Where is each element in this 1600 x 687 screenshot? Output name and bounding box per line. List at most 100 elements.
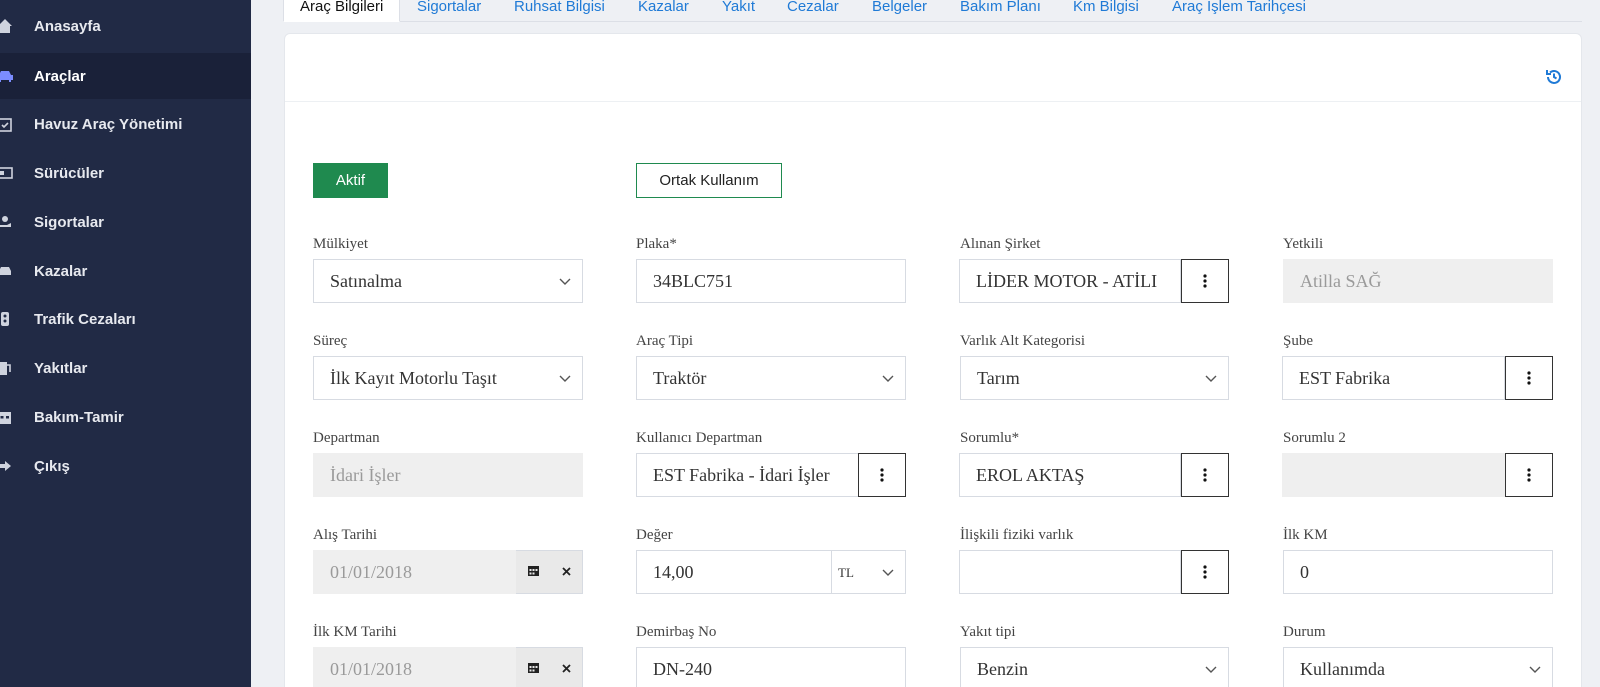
sidebar-item-label: Araçlar (34, 67, 86, 85)
more-vertical-icon (1527, 371, 1531, 385)
ilk-km-tarihi-value: 01/01/2018 (330, 658, 413, 679)
calendar-icon (0, 408, 14, 426)
ilk-km-tarihi-input[interactable]: 01/01/2018 (313, 647, 516, 687)
sorumlu-more-button[interactable] (1181, 453, 1229, 497)
durum-select[interactable]: Kullanımda (1283, 647, 1553, 687)
sidebar-item-label: Trafik Cezaları (34, 310, 136, 328)
sidebar-item-label: Sürücüler (34, 164, 105, 182)
alinan-sirket-value: LİDER MOTOR - ATİLI (976, 270, 1158, 291)
yetkili-label: Yetkili (1283, 236, 1324, 252)
sorumlu2-more-button[interactable] (1505, 453, 1553, 497)
plaka-value: 34BLC751 (653, 270, 734, 291)
yakit-tipi-select[interactable]: Benzin (960, 647, 1229, 687)
sidebar-item-sigortalar[interactable]: Sigortalar (0, 199, 251, 245)
chevron-down-icon (882, 569, 894, 576)
plaka-input[interactable]: 34BLC751 (636, 259, 906, 303)
surec-label: Süreç (313, 333, 348, 349)
arac-tipi-select[interactable]: Traktör (636, 356, 906, 400)
sidebar-item-label: Yakıtlar (34, 359, 88, 377)
alis-tarihi-value: 01/01/2018 (330, 561, 413, 582)
sidebar-item-anasayfa[interactable]: Anasayfa (0, 3, 251, 49)
alis-tarihi-input[interactable]: 01/01/2018 (313, 550, 516, 594)
more-vertical-icon (1527, 468, 1531, 482)
tab-arac-bilgileri[interactable]: Araç Bilgileri (283, 0, 401, 22)
traffic-light-icon (0, 310, 14, 328)
alinan-sirket-input[interactable]: LİDER MOTOR - ATİLI (959, 259, 1181, 303)
surec-select[interactable]: İlk Kayıt Motorlu Taşıt (313, 356, 583, 400)
yakit-tipi-label: Yakıt tipi (960, 624, 1016, 640)
mulkiyet-select[interactable]: Satınalma (313, 259, 583, 303)
calendar-icon[interactable] (527, 564, 540, 580)
sidebar-item-bakim-tamir[interactable]: Bakım-Tamir (0, 394, 251, 440)
tab-yakit[interactable]: Yakıt (722, 0, 755, 22)
sidebar-item-kazalar[interactable]: Kazalar (0, 248, 251, 294)
sidebar-item-cikis[interactable]: Çıkış (0, 443, 251, 489)
sign-out-icon (0, 457, 14, 475)
arac-tipi-label: Araç Tipi (636, 333, 694, 349)
calendar-icon[interactable] (527, 661, 540, 677)
varlik-alt-kategorisi-select[interactable]: Tarım (960, 356, 1229, 400)
card-header (285, 34, 1581, 102)
alinan-sirket-label: Alınan Şirket (960, 236, 1041, 252)
clear-icon[interactable] (561, 661, 572, 677)
sidebar-item-label: Çıkış (34, 457, 70, 475)
tab-ruhsat-bilgisi[interactable]: Ruhsat Bilgisi (514, 0, 605, 22)
kullanici-departman-more-button[interactable] (858, 453, 906, 497)
currency-value: TL (838, 565, 854, 580)
durum-value: Kullanımda (1300, 658, 1385, 679)
car-icon (0, 67, 14, 85)
tab-cezalar[interactable]: Cezalar (787, 0, 839, 22)
departman-label: Departman (313, 430, 380, 446)
ilk-km-label: İlk KM (1283, 527, 1328, 543)
iliskili-fiziki-varlik-input[interactable] (959, 550, 1181, 594)
kullanici-departman-input[interactable]: EST Fabrika - İdari İşler (636, 453, 859, 497)
sorumlu-value: EROL AKTAŞ (976, 464, 1085, 485)
sidebar-item-label: Bakım-Tamir (34, 408, 124, 426)
tab-belgeler[interactable]: Belgeler (872, 0, 927, 22)
more-vertical-icon (1203, 468, 1207, 482)
more-vertical-icon (1203, 565, 1207, 579)
ilk-km-input[interactable]: 0 (1283, 550, 1553, 594)
yakit-tipi-value: Benzin (977, 658, 1028, 679)
home-icon (0, 17, 14, 35)
calendar-check-icon (0, 115, 14, 133)
mulkiyet-label: Mülkiyet (313, 236, 368, 252)
gas-pump-icon (0, 359, 14, 377)
deger-input[interactable]: 14,00 TL (636, 550, 906, 594)
sidebar-item-havuz[interactable]: Havuz Araç Yönetimi (0, 101, 251, 147)
chevron-down-icon (559, 375, 571, 382)
id-card-icon (0, 164, 14, 182)
iliskili-fiziki-varlik-label: İlişkili fiziki varlık (960, 527, 1074, 543)
sidebar-item-trafik-cezalari[interactable]: Trafik Cezaları (0, 296, 251, 342)
aktif-button[interactable]: Aktif (313, 163, 388, 198)
ilk-km-tarihi-addon (516, 647, 583, 687)
chevron-down-icon (1529, 666, 1541, 673)
sube-input[interactable]: EST Fabrika (1282, 356, 1505, 400)
sidebar-item-yakitlar[interactable]: Yakıtlar (0, 345, 251, 391)
tab-arac-islem-tarihcesi[interactable]: Araç İşlem Tarihçesi (1172, 0, 1306, 22)
hand-money-icon (0, 213, 14, 231)
surec-value: İlk Kayıt Motorlu Taşıt (330, 367, 497, 388)
sidebar-item-label: Anasayfa (34, 17, 101, 35)
alis-tarihi-addon (516, 550, 583, 594)
history-icon[interactable] (1545, 68, 1563, 86)
sube-more-button[interactable] (1505, 356, 1553, 400)
demirbas-no-value: DN-240 (653, 658, 712, 679)
varlik-alt-kategorisi-value: Tarım (977, 367, 1020, 388)
tab-sigortalar[interactable]: Sigortalar (417, 0, 481, 22)
demirbas-no-input[interactable]: DN-240 (636, 647, 906, 687)
iliskili-fiziki-varlik-more-button[interactable] (1181, 550, 1229, 594)
sidebar-item-label: Havuz Araç Yönetimi (34, 115, 183, 133)
clear-icon[interactable] (561, 564, 572, 580)
tab-kazalar[interactable]: Kazalar (638, 0, 689, 22)
demirbas-no-label: Demirbaş No (636, 624, 717, 640)
plaka-label: Plaka* (636, 236, 677, 252)
currency-select[interactable]: TL (831, 551, 905, 593)
tab-km-bilgisi[interactable]: Km Bilgisi (1073, 0, 1139, 22)
tab-bakim-plani[interactable]: Bakım Planı (960, 0, 1041, 22)
alinan-sirket-more-button[interactable] (1181, 259, 1229, 303)
sidebar-item-araclar[interactable]: Araçlar (0, 53, 251, 99)
sorumlu-input[interactable]: EROL AKTAŞ (959, 453, 1181, 497)
sidebar-item-suruculer[interactable]: Sürücüler (0, 150, 251, 196)
ortak-kullanim-button[interactable]: Ortak Kullanım (636, 163, 782, 198)
